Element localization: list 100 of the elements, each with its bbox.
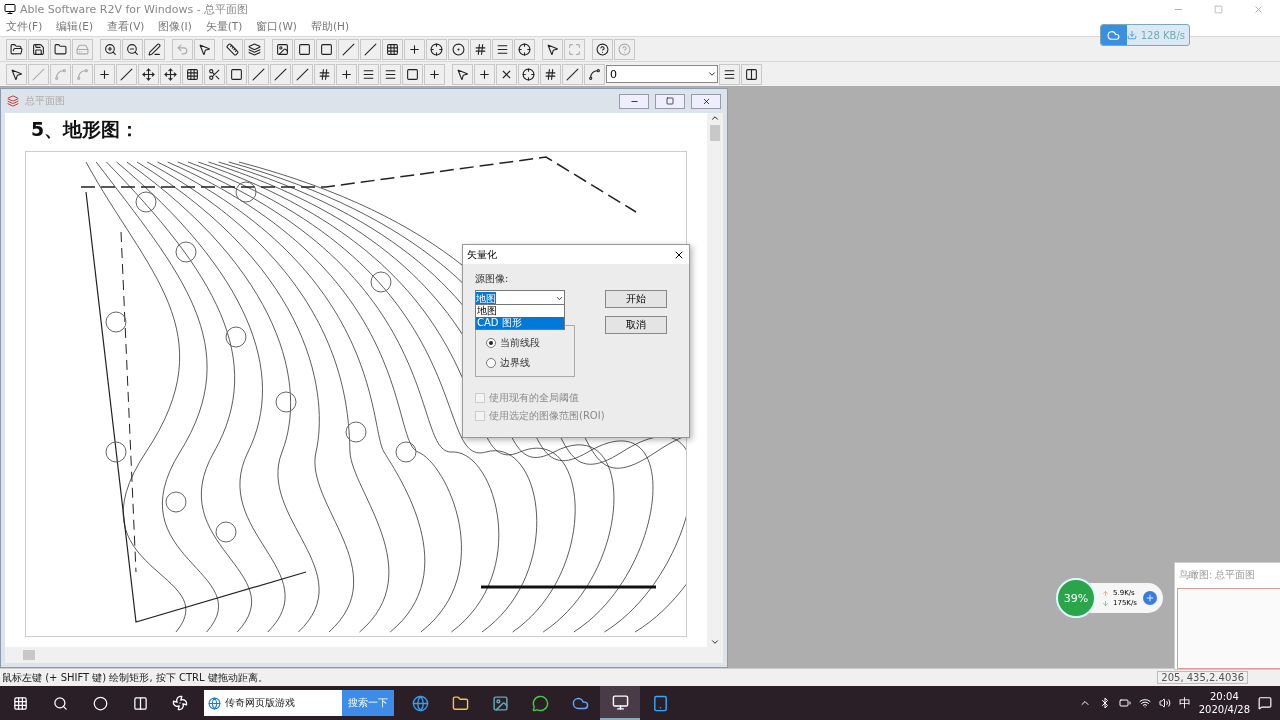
pen-icon xyxy=(148,42,161,56)
input-method[interactable]: 中 xyxy=(1178,694,1191,712)
move-icon xyxy=(164,67,177,81)
tool-button[interactable] xyxy=(338,38,359,60)
web-search-field[interactable]: 传奇网页版游戏 xyxy=(204,690,342,716)
tool-button[interactable] xyxy=(100,38,121,60)
radio-button[interactable] xyxy=(486,338,496,348)
tool-button[interactable] xyxy=(138,63,159,85)
plus-icon xyxy=(478,67,491,81)
tool-button[interactable] xyxy=(518,63,539,85)
tool-button[interactable] xyxy=(222,38,243,60)
columns-icon xyxy=(745,67,758,81)
monitor-icon xyxy=(611,693,629,711)
menu-item[interactable]: 帮助(H) xyxy=(310,20,350,34)
tool-button[interactable] xyxy=(122,38,143,60)
tool-button[interactable] xyxy=(226,63,247,85)
hash-icon xyxy=(544,67,557,81)
scroll-down-icon[interactable] xyxy=(710,637,720,647)
tool-button[interactable] xyxy=(382,38,403,60)
wifi-icon[interactable] xyxy=(1138,697,1151,709)
tool-button[interactable] xyxy=(360,38,381,60)
tool-button[interactable] xyxy=(474,63,495,85)
tool-button[interactable] xyxy=(452,63,473,85)
menu-item[interactable]: 文件(F) xyxy=(6,20,43,34)
dropdown-option[interactable]: CAD 图形 xyxy=(476,317,564,329)
menu-item[interactable]: 窗口(W) xyxy=(256,20,297,34)
tool-button[interactable] xyxy=(244,38,265,60)
layer-combo[interactable]: 0 xyxy=(606,65,718,83)
tool-button[interactable] xyxy=(160,63,181,85)
tool-button[interactable] xyxy=(194,38,215,60)
tool-button[interactable] xyxy=(448,38,469,60)
dialog-button[interactable]: 开始 xyxy=(605,290,667,308)
tool-button[interactable] xyxy=(562,63,583,85)
tool-button[interactable] xyxy=(336,63,357,85)
clock[interactable]: 20:04 2020/4/28 xyxy=(1198,690,1250,716)
frame-icon xyxy=(298,42,311,56)
tool-button[interactable] xyxy=(496,63,517,85)
dialog-button[interactable]: 取消 xyxy=(605,316,667,334)
volume-icon[interactable] xyxy=(1158,697,1171,709)
vertical-scrollbar[interactable] xyxy=(707,113,723,647)
radio-button[interactable] xyxy=(486,358,496,368)
tool-button[interactable] xyxy=(248,63,269,85)
tool-button[interactable] xyxy=(380,63,401,85)
tool-button[interactable] xyxy=(50,38,71,60)
tool-button[interactable] xyxy=(424,63,445,85)
add-button[interactable] xyxy=(1142,591,1157,605)
menu-item[interactable]: 编辑(E) xyxy=(56,20,94,34)
tool-button[interactable] xyxy=(28,38,49,60)
pointer-icon xyxy=(10,67,23,81)
notification-icon[interactable] xyxy=(1258,696,1272,710)
tool-button[interactable] xyxy=(470,38,491,60)
scroll-thumb[interactable] xyxy=(710,125,720,141)
overview-title: 鸟瞰图: 总平面图 xyxy=(1178,568,1257,582)
cloud-icon xyxy=(1107,28,1121,42)
maximize-icon xyxy=(1213,4,1223,14)
square-icon xyxy=(320,42,333,56)
tool-button[interactable] xyxy=(514,38,535,60)
tool-button[interactable] xyxy=(144,38,165,60)
tool-button[interactable] xyxy=(6,63,27,85)
pinwheel-icon xyxy=(172,695,188,711)
menu-item[interactable]: 图像(I) xyxy=(158,20,192,34)
tool-button[interactable] xyxy=(719,63,740,85)
menu-item[interactable]: 查看(V) xyxy=(107,20,145,34)
tool-button[interactable] xyxy=(426,38,447,60)
scroll-thumb[interactable] xyxy=(23,650,35,660)
tool-button[interactable] xyxy=(272,38,293,60)
tool-button[interactable] xyxy=(294,38,315,60)
square-icon xyxy=(406,67,419,81)
tool-button[interactable] xyxy=(404,38,425,60)
tool-button[interactable] xyxy=(116,63,137,85)
scroll-up-icon[interactable] xyxy=(710,113,720,123)
tool-button[interactable] xyxy=(316,38,337,60)
battery-icon[interactable] xyxy=(1118,697,1131,709)
taskbar-app[interactable] xyxy=(600,686,640,720)
tool-button[interactable] xyxy=(741,63,762,85)
page-heading: 5、地形图： xyxy=(30,117,141,142)
folder-icon xyxy=(54,42,67,56)
horizontal-scrollbar[interactable] xyxy=(5,647,723,663)
tool-button[interactable] xyxy=(358,63,379,85)
tool-button[interactable] xyxy=(542,38,563,60)
tool-button[interactable] xyxy=(584,63,605,85)
tool-button[interactable] xyxy=(402,63,423,85)
tool-button[interactable] xyxy=(314,63,335,85)
tool-button[interactable] xyxy=(292,63,313,85)
tool-button[interactable] xyxy=(6,38,27,60)
plus-icon xyxy=(428,67,441,81)
tool-button[interactable] xyxy=(492,38,513,60)
lines-icon xyxy=(723,67,736,81)
tool-button[interactable] xyxy=(94,63,115,85)
square-icon xyxy=(230,67,243,81)
upload-icon xyxy=(1102,589,1109,597)
tool-button[interactable] xyxy=(204,63,225,85)
web-search-button[interactable]: 搜索一下 xyxy=(342,690,394,716)
tool-button[interactable] xyxy=(592,38,613,60)
menu-item[interactable]: 矢量(T) xyxy=(205,20,243,34)
lines-icon xyxy=(496,42,509,56)
tool-button[interactable] xyxy=(270,63,291,85)
tool-button[interactable] xyxy=(182,63,203,85)
tool-button[interactable] xyxy=(540,63,561,85)
folder-icon xyxy=(451,694,469,712)
